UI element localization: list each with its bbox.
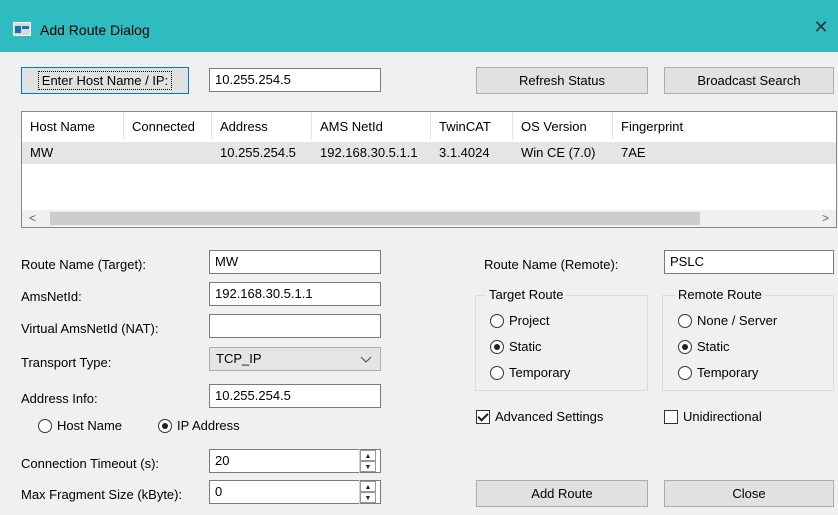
broadcast-search-label: Broadcast Search [697, 73, 801, 88]
refresh-status-button[interactable]: Refresh Status [476, 67, 648, 94]
column-header[interactable]: Fingerprint [613, 112, 723, 140]
radio-checked-icon [490, 339, 504, 354]
transport-type-select[interactable]: TCP_IP [209, 347, 381, 371]
radio-unchecked-icon [38, 418, 52, 433]
horizontal-scrollbar[interactable]: < > [22, 210, 836, 227]
radio-unchecked-icon [490, 365, 504, 380]
enter-host-button-label: Enter Host Name / IP: [37, 71, 173, 90]
remote-route-group: Remote Route None / Server Static Tempor… [662, 287, 834, 391]
route-name-target-label: Route Name (Target): [21, 257, 146, 272]
address-info-input[interactable]: 10.255.254.5 [209, 384, 381, 408]
target-route-static-label: Static [509, 339, 542, 354]
remote-route-temporary-label: Temporary [697, 365, 759, 380]
cell-twincat: 3.1.4024 [439, 145, 490, 160]
radio-unchecked-icon [678, 365, 692, 380]
checkbox-checked-icon [476, 409, 490, 424]
remote-route-title: Remote Route [675, 287, 765, 303]
virtual-amsnetid-label: Virtual AmsNetId (NAT): [21, 321, 159, 336]
radio-checked-icon [158, 418, 172, 433]
radio-unchecked-icon [678, 313, 692, 328]
add-route-button[interactable]: Add Route [476, 480, 648, 507]
host-list[interactable]: Host Name Connected Address AMS NetId Tw… [21, 111, 837, 228]
host-list-header: Host Name Connected Address AMS NetId Tw… [22, 112, 836, 140]
amsnetid-label: AmsNetId: [21, 289, 82, 304]
virtual-amsnetid-input[interactable] [209, 314, 381, 338]
amsnetid-input[interactable]: 192.168.30.5.1.1 [209, 282, 381, 306]
enter-host-button[interactable]: Enter Host Name / IP: [21, 67, 189, 94]
chevron-down-icon [360, 356, 372, 363]
cell-fingerprint: 7AE [621, 145, 646, 160]
cell-ams-netid: 192.168.30.5.1.1 [320, 145, 418, 160]
radio-unchecked-icon [490, 313, 504, 328]
route-name-remote-label: Route Name (Remote): [484, 257, 619, 272]
remote-route-none-server[interactable]: None / Server [678, 313, 777, 328]
app-window-icon [13, 22, 31, 36]
remote-route-static-label: Static [697, 339, 730, 354]
window-title: Add Route Dialog [40, 22, 150, 38]
advanced-settings-label: Advanced Settings [495, 409, 604, 424]
route-name-target-input[interactable]: MW [209, 250, 381, 274]
address-info-label: Address Info: [21, 391, 98, 406]
spin-up-icon[interactable]: ▲ [360, 481, 376, 492]
radio-host-name[interactable]: Host Name [38, 418, 122, 433]
cell-connected [124, 142, 132, 164]
table-row[interactable]: MW 10.255.254.5 192.168.30.5.1.1 3.1.402… [22, 142, 836, 164]
target-route-project-label: Project [509, 313, 550, 328]
scrollbar-thumb[interactable] [50, 212, 700, 225]
transport-type-label: Transport Type: [21, 355, 112, 370]
unidirectional-checkbox[interactable]: Unidirectional [664, 409, 762, 424]
cell-host-name: MW [30, 145, 54, 160]
connection-timeout-label: Connection Timeout (s): [21, 456, 160, 471]
connection-timeout-input[interactable]: 20 [209, 449, 381, 473]
target-route-temporary-label: Temporary [509, 365, 571, 380]
scroll-left-icon[interactable]: < [24, 210, 41, 227]
timeout-spinner: ▲ ▼ [359, 449, 376, 473]
add-route-dialog: Add Route Dialog ✕ Enter Host Name / IP:… [0, 0, 838, 515]
remote-route-none-server-label: None / Server [697, 313, 778, 328]
fragment-spinner: ▲ ▼ [359, 480, 376, 504]
target-route-static[interactable]: Static [490, 339, 542, 354]
host-ip-input[interactable]: 10.255.254.5 [209, 68, 381, 92]
title-bar: Add Route Dialog ✕ [0, 0, 838, 52]
remote-route-static[interactable]: Static [678, 339, 730, 354]
target-route-title: Target Route [486, 287, 567, 303]
route-name-remote-input[interactable]: PSLC [664, 250, 834, 274]
scroll-right-icon[interactable]: > [817, 210, 834, 227]
close-button[interactable]: Close [664, 480, 834, 507]
close-button-label: Close [732, 486, 766, 501]
checkbox-unchecked-icon [664, 409, 678, 424]
spin-up-icon[interactable]: ▲ [360, 450, 376, 461]
column-header[interactable]: TwinCAT [431, 112, 513, 140]
max-fragment-label: Max Fragment Size (kByte): [21, 487, 183, 502]
spin-down-icon[interactable]: ▼ [360, 461, 376, 472]
column-header[interactable]: AMS NetId [312, 112, 431, 140]
radio-ip-address[interactable]: IP Address [158, 418, 240, 433]
radio-checked-icon [678, 339, 692, 354]
column-header[interactable]: Connected [124, 112, 212, 140]
close-window-icon[interactable]: ✕ [810, 16, 832, 38]
unidirectional-label: Unidirectional [683, 409, 762, 424]
max-fragment-input[interactable]: 0 [209, 480, 381, 504]
target-route-project[interactable]: Project [490, 313, 549, 328]
broadcast-search-button[interactable]: Broadcast Search [664, 67, 834, 94]
cell-os-version: Win CE (7.0) [521, 145, 596, 160]
transport-type-value: TCP_IP [216, 351, 262, 366]
target-route-group: Target Route Project Static Temporary [475, 287, 648, 391]
advanced-settings-checkbox[interactable]: Advanced Settings [476, 409, 603, 424]
column-header[interactable]: Host Name [22, 112, 124, 140]
cell-address: 10.255.254.5 [220, 145, 296, 160]
spin-down-icon[interactable]: ▼ [360, 492, 376, 503]
target-route-temporary[interactable]: Temporary [490, 365, 570, 380]
radio-host-name-label: Host Name [57, 418, 123, 433]
column-header[interactable]: Address [212, 112, 312, 140]
add-route-label: Add Route [531, 486, 593, 501]
column-header[interactable]: OS Version [513, 112, 613, 140]
remote-route-temporary[interactable]: Temporary [678, 365, 758, 380]
radio-ip-address-label: IP Address [177, 418, 240, 433]
refresh-status-label: Refresh Status [519, 73, 605, 88]
